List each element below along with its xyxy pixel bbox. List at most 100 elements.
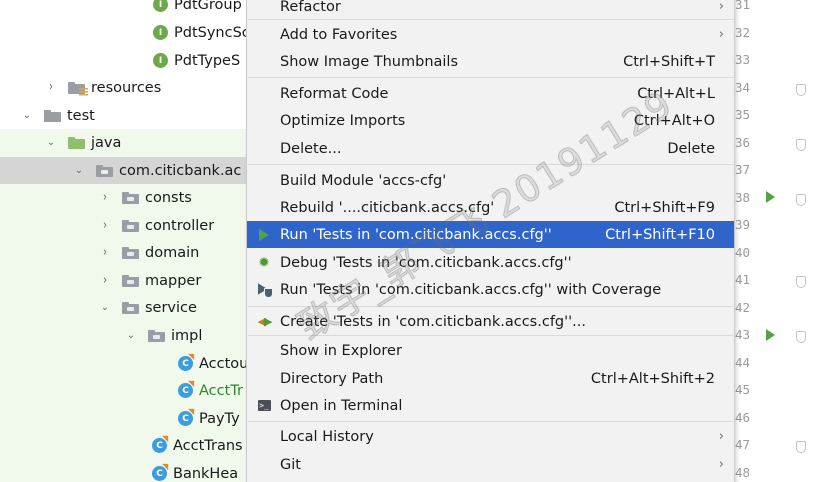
menu-item-shortcut: Ctrl+Shift+F9 bbox=[614, 199, 715, 216]
package-icon bbox=[122, 301, 139, 314]
chevron-right-icon[interactable]: › bbox=[98, 274, 112, 288]
tree-item-java[interactable]: ⌄ java bbox=[0, 129, 250, 157]
submenu-arrow-icon: › bbox=[718, 429, 724, 444]
line-number: 36 bbox=[735, 135, 751, 150]
line-number: 38 bbox=[735, 190, 751, 205]
tree-item-pdttype[interactable]: I PdtTypeS bbox=[0, 47, 250, 75]
package-icon bbox=[122, 191, 139, 204]
menu-item-add-to-favorites[interactable]: Add to Favorites › bbox=[247, 21, 734, 48]
menu-item-reformat-code[interactable]: Reformat Code Ctrl+Alt+L bbox=[247, 80, 734, 107]
tree-item-pdtgroup[interactable]: I PdtGroup bbox=[0, 0, 250, 19]
tree-item-label: BankHea bbox=[173, 465, 239, 482]
tree-item-label: service bbox=[145, 299, 197, 316]
fold-marker-icon[interactable] bbox=[796, 276, 806, 288]
menu-item-rebuild[interactable]: Rebuild '....citicbank.accs.cfg' Ctrl+Sh… bbox=[247, 194, 734, 221]
menu-item-run-with-coverage[interactable]: Run 'Tests in 'com.citicbank.accs.cfg'' … bbox=[247, 276, 734, 303]
class-icon: C ◥ bbox=[178, 353, 194, 372]
run-test-gutter-icon[interactable] bbox=[766, 191, 775, 203]
resources-folder-icon bbox=[68, 81, 88, 96]
line-number: 33 bbox=[735, 52, 751, 67]
tree-item-class[interactable]: C ◥ AcctTr bbox=[0, 377, 250, 405]
chevron-down-icon[interactable]: ⌄ bbox=[124, 330, 138, 341]
menu-item-directory-path[interactable]: Directory Path Ctrl+Alt+Shift+2 bbox=[247, 365, 734, 392]
tree-item-package-root[interactable]: ⌄ com.citicbank.ac bbox=[0, 157, 250, 185]
menu-item-label: Reformat Code bbox=[280, 85, 389, 102]
menu-item-shortcut: Ctrl+Alt+L bbox=[637, 85, 715, 102]
tree-item-label: Acctou bbox=[199, 355, 249, 372]
folder-icon bbox=[44, 109, 61, 122]
menu-item-build-module[interactable]: Build Module 'accs-cfg' bbox=[247, 167, 734, 194]
menu-item-local-history[interactable]: Local History › bbox=[247, 423, 734, 450]
menu-item-debug-tests[interactable]: ✹ Debug 'Tests in 'com.citicbank.accs.cf… bbox=[247, 249, 734, 276]
menu-item-label: Refactor bbox=[280, 0, 341, 15]
line-number: 47 bbox=[735, 437, 751, 452]
tree-item-pdtsync[interactable]: I PdtSyncSc bbox=[0, 19, 250, 47]
tree-item-service[interactable]: ⌄ service bbox=[0, 294, 250, 322]
line-number: 35 bbox=[735, 107, 751, 122]
menu-item-show-in-explorer[interactable]: Show in Explorer bbox=[247, 337, 734, 364]
menu-item-shortcut: Delete bbox=[667, 140, 715, 157]
menu-item-label: Show in Explorer bbox=[280, 342, 402, 359]
menu-separator bbox=[248, 306, 733, 307]
menu-item-refactor[interactable]: Refactor › bbox=[247, 0, 734, 20]
class-icon: C ◥ bbox=[178, 408, 194, 427]
class-icon: C ◥ bbox=[178, 380, 194, 399]
menu-item-shortcut: Ctrl+Alt+Shift+2 bbox=[590, 370, 715, 387]
fold-marker-icon[interactable] bbox=[796, 84, 806, 96]
chevron-down-icon[interactable]: ⌄ bbox=[98, 302, 112, 313]
line-number: 42 bbox=[735, 300, 751, 315]
line-number: 48 bbox=[735, 465, 751, 480]
fold-marker-icon[interactable] bbox=[796, 139, 806, 151]
menu-item-create-tests[interactable]: ◀ ▶ Create 'Tests in 'com.citicbank.accs.… bbox=[247, 308, 734, 335]
line-number: 39 bbox=[735, 217, 751, 232]
line-number: 37 bbox=[735, 162, 751, 177]
menu-item-label: Debug 'Tests in 'com.citicbank.accs.cfg'… bbox=[280, 254, 572, 271]
menu-item-optimize-imports[interactable]: Optimize Imports Ctrl+Alt+O bbox=[247, 107, 734, 134]
tree-item-class[interactable]: C ◥ AcctTrans bbox=[0, 432, 250, 460]
menu-item-delete[interactable]: Delete... Delete bbox=[247, 135, 734, 162]
tree-item-consts[interactable]: › consts bbox=[0, 184, 250, 212]
tree-item-class[interactable]: C ◥ BankHea bbox=[0, 460, 250, 482]
chevron-right-icon[interactable]: › bbox=[98, 246, 112, 260]
menu-item-git[interactable]: Git › bbox=[247, 451, 734, 478]
chevron-down-icon[interactable]: ⌄ bbox=[44, 137, 58, 148]
chevron-down-icon[interactable]: ⌄ bbox=[72, 165, 86, 176]
menu-item-show-image-thumbnails[interactable]: Show Image Thumbnails Ctrl+Shift+T bbox=[247, 48, 734, 75]
chevron-right-icon[interactable]: › bbox=[98, 219, 112, 233]
menu-item-label: Run 'Tests in 'com.citicbank.accs.cfg'' bbox=[280, 226, 552, 243]
menu-item-label: Add to Favorites bbox=[280, 26, 398, 43]
menu-separator bbox=[248, 421, 733, 422]
fold-marker-icon[interactable] bbox=[796, 331, 806, 343]
line-number: 44 bbox=[735, 355, 751, 370]
project-tree: I PdtGroup I PdtSyncSc I PdtTypeS › reso… bbox=[0, 0, 250, 482]
chevron-right-icon[interactable]: › bbox=[98, 191, 112, 205]
fold-marker-icon[interactable] bbox=[796, 441, 806, 453]
chevron-right-icon[interactable]: › bbox=[44, 81, 58, 95]
menu-item-shortcut: Ctrl+Alt+O bbox=[633, 112, 715, 129]
tree-item-impl[interactable]: ⌄ impl bbox=[0, 322, 250, 350]
tree-item-test[interactable]: ⌄ test bbox=[0, 102, 250, 130]
tree-item-label: AcctTr bbox=[199, 382, 243, 399]
tree-item-domain[interactable]: › domain bbox=[0, 239, 250, 267]
tree-item-label: test bbox=[67, 107, 95, 124]
menu-item-label: Delete... bbox=[280, 140, 342, 157]
menu-separator bbox=[248, 77, 733, 78]
tree-item-class[interactable]: C ◥ PayTy bbox=[0, 405, 250, 433]
run-test-gutter-icon[interactable] bbox=[766, 329, 775, 341]
menu-item-open-in-terminal[interactable]: >_ Open in Terminal bbox=[247, 392, 734, 419]
line-number: 41 bbox=[735, 272, 751, 287]
menu-separator bbox=[248, 19, 733, 20]
menu-item-label: Create 'Tests in 'com.citicbank.accs.cfg… bbox=[280, 313, 586, 330]
menu-separator bbox=[248, 164, 733, 165]
tree-item-class[interactable]: C ◥ Acctou bbox=[0, 350, 250, 378]
tree-item-label: mapper bbox=[145, 272, 202, 289]
line-number: 45 bbox=[735, 382, 751, 397]
fold-marker-icon[interactable] bbox=[796, 194, 806, 206]
tree-item-label: PdtSyncSc bbox=[174, 24, 250, 41]
chevron-down-icon[interactable]: ⌄ bbox=[20, 110, 34, 121]
tree-item-mapper[interactable]: › mapper bbox=[0, 267, 250, 295]
tree-item-label: com.citicbank.ac bbox=[119, 162, 242, 179]
menu-item-run-tests[interactable]: Run 'Tests in 'com.citicbank.accs.cfg'' … bbox=[247, 221, 734, 248]
tree-item-controller[interactable]: › controller bbox=[0, 212, 250, 240]
tree-item-resources[interactable]: › resources bbox=[0, 74, 250, 102]
